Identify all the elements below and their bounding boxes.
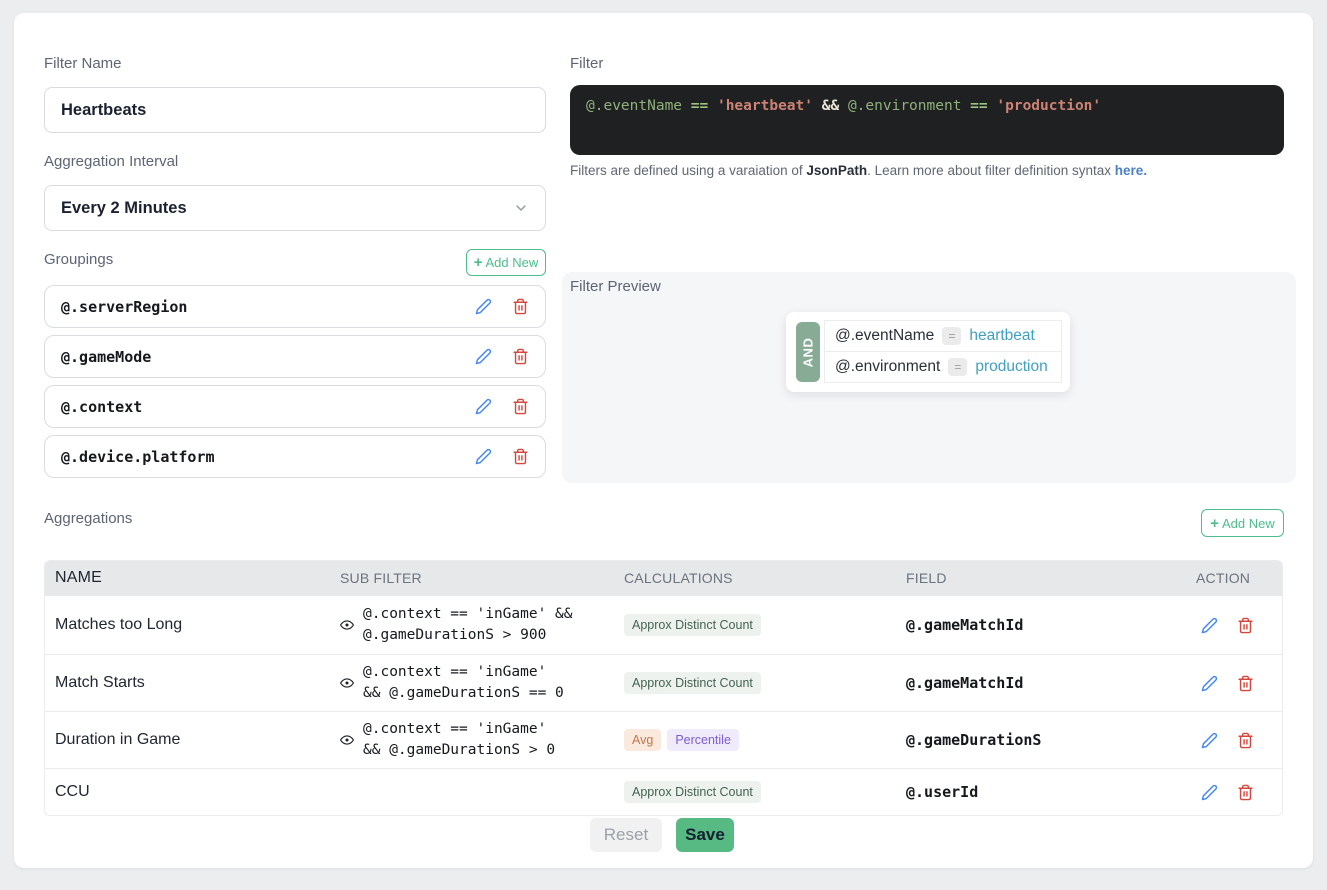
table-row: CCU Approx Distinct Count @.userId bbox=[45, 768, 1282, 815]
edit-pencil-icon[interactable] bbox=[1200, 783, 1218, 801]
edit-pencil-icon[interactable] bbox=[474, 298, 492, 316]
filter-code-editor[interactable]: @.eventName == 'heartbeat' && @.environm… bbox=[570, 85, 1284, 155]
save-button[interactable]: Save bbox=[676, 818, 734, 852]
table-row: Matches too Long @.context == 'inGame' &… bbox=[45, 595, 1282, 654]
aggregation-name: Match Starts bbox=[45, 674, 340, 692]
aggregation-name: CCU bbox=[45, 783, 340, 801]
groupings-add-new-label: Add New bbox=[486, 255, 539, 270]
groupings-add-new-button[interactable]: + Add New bbox=[466, 249, 546, 276]
grouping-value: @.context bbox=[61, 398, 142, 416]
aggregation-field: @.gameMatchId bbox=[906, 674, 1196, 692]
column-header-action: ACTION bbox=[1196, 570, 1282, 586]
eye-icon[interactable] bbox=[340, 733, 354, 747]
eye-icon[interactable] bbox=[340, 618, 354, 632]
table-row: Duration in Game @.context == 'inGame'&&… bbox=[45, 711, 1282, 768]
condition-operator-chip: = bbox=[948, 358, 967, 377]
help-prefix: Filters are defined using a varaiation o… bbox=[570, 163, 806, 178]
aggregation-name: Duration in Game bbox=[45, 731, 340, 749]
delete-trash-icon[interactable] bbox=[1236, 731, 1254, 749]
eye-icon[interactable] bbox=[340, 676, 354, 690]
aggregation-interval-select[interactable]: Every 2 Minutes bbox=[44, 185, 546, 231]
calculation-badge: Approx Distinct Count bbox=[624, 672, 761, 695]
reset-button[interactable]: Reset bbox=[590, 818, 662, 852]
edit-pencil-icon[interactable] bbox=[1200, 616, 1218, 634]
aggregations-add-new-button[interactable]: + Add New bbox=[1201, 509, 1284, 537]
help-here-link[interactable]: here. bbox=[1115, 163, 1147, 178]
help-middle: . Learn more about filter definition syn… bbox=[867, 163, 1115, 178]
aggregation-interval-value: Every 2 Minutes bbox=[61, 199, 187, 218]
aggregation-name: Matches too Long bbox=[45, 616, 340, 634]
delete-trash-icon[interactable] bbox=[511, 298, 529, 316]
aggregation-interval-label: Aggregation Interval bbox=[44, 153, 178, 170]
aggregation-field: @.gameMatchId bbox=[906, 616, 1196, 634]
filter-preview-panel: Filter Preview AND @.eventName = heartbe… bbox=[562, 272, 1296, 483]
code-operator: == bbox=[691, 98, 708, 114]
calculation-badge: Approx Distinct Count bbox=[624, 614, 761, 637]
table-header-row: NAME SUB FILTER CALCULATIONS FIELD ACTIO… bbox=[45, 561, 1282, 595]
delete-trash-icon[interactable] bbox=[1236, 674, 1254, 692]
grouping-item: @.gameMode bbox=[44, 335, 546, 378]
and-operator-pill: AND bbox=[796, 322, 820, 382]
edit-pencil-icon[interactable] bbox=[1200, 731, 1218, 749]
condition-operator-chip: = bbox=[942, 327, 961, 346]
delete-trash-icon[interactable] bbox=[511, 448, 529, 466]
sub-filter-code: @.context == 'inGame'&& @.gameDurationS … bbox=[363, 719, 555, 761]
filter-preview-label: Filter Preview bbox=[570, 278, 661, 295]
aggregations-add-new-label: Add New bbox=[1222, 516, 1275, 531]
filter-editor-card: Filter Name Heartbeats Aggregation Inter… bbox=[14, 13, 1313, 868]
condition-path: @.eventName bbox=[835, 327, 934, 345]
filter-preview-card: AND @.eventName = heartbeat @.environmen… bbox=[786, 312, 1070, 392]
column-header-subfilter: SUB FILTER bbox=[340, 570, 624, 586]
filter-name-label: Filter Name bbox=[44, 55, 122, 72]
help-jsonpath: JsonPath bbox=[806, 163, 867, 178]
grouping-value: @.device.platform bbox=[61, 448, 215, 466]
calculation-badge: Percentile bbox=[667, 729, 739, 752]
condition-value: heartbeat bbox=[969, 327, 1035, 345]
code-string: 'heartbeat' bbox=[717, 98, 813, 114]
table-row: Match Starts @.context == 'inGame'&& @.g… bbox=[45, 654, 1282, 711]
grouping-item: @.serverRegion bbox=[44, 285, 546, 328]
calculation-badge: Avg bbox=[624, 729, 661, 752]
delete-trash-icon[interactable] bbox=[1236, 616, 1254, 634]
and-operator-label: AND bbox=[801, 337, 816, 367]
condition-path: @.environment bbox=[835, 358, 940, 376]
preview-condition: @.environment = production bbox=[824, 351, 1062, 383]
edit-pencil-icon[interactable] bbox=[474, 398, 492, 416]
code-string: 'production' bbox=[996, 98, 1101, 114]
grouping-value: @.serverRegion bbox=[61, 298, 187, 316]
condition-value: production bbox=[975, 358, 1047, 376]
column-header-name: NAME bbox=[45, 569, 340, 587]
filter-help-text: Filters are defined using a varaiation o… bbox=[570, 163, 1147, 178]
code-path: @.environment bbox=[848, 98, 962, 114]
chevron-down-icon bbox=[513, 200, 529, 216]
grouping-item: @.device.platform bbox=[44, 435, 546, 478]
grouping-item: @.context bbox=[44, 385, 546, 428]
sub-filter-code: @.context == 'inGame'&& @.gameDurationS … bbox=[363, 662, 564, 704]
calculation-badge: Approx Distinct Count bbox=[624, 781, 761, 804]
plus-icon: + bbox=[1210, 516, 1219, 531]
column-header-field: FIELD bbox=[906, 570, 1196, 586]
edit-pencil-icon[interactable] bbox=[474, 348, 492, 366]
preview-condition: @.eventName = heartbeat bbox=[824, 320, 1062, 352]
aggregations-table: NAME SUB FILTER CALCULATIONS FIELD ACTIO… bbox=[44, 560, 1283, 816]
code-path: @.eventName bbox=[586, 98, 682, 114]
code-operator: == bbox=[970, 98, 987, 114]
code-and-operator: && bbox=[822, 98, 839, 114]
aggregations-label: Aggregations bbox=[44, 510, 132, 527]
filter-name-value: Heartbeats bbox=[61, 101, 146, 120]
groupings-label: Groupings bbox=[44, 251, 113, 268]
filter-label: Filter bbox=[570, 55, 603, 72]
filter-name-input[interactable]: Heartbeats bbox=[44, 87, 546, 133]
delete-trash-icon[interactable] bbox=[1236, 783, 1254, 801]
sub-filter-code: @.context == 'inGame' &&@.gameDurationS … bbox=[363, 604, 573, 646]
plus-icon: + bbox=[474, 255, 483, 270]
aggregation-field: @.gameDurationS bbox=[906, 731, 1196, 749]
aggregation-field: @.userId bbox=[906, 783, 1196, 801]
grouping-value: @.gameMode bbox=[61, 348, 151, 366]
edit-pencil-icon[interactable] bbox=[1200, 674, 1218, 692]
edit-pencil-icon[interactable] bbox=[474, 448, 492, 466]
column-header-calculations: CALCULATIONS bbox=[624, 570, 906, 586]
delete-trash-icon[interactable] bbox=[511, 398, 529, 416]
delete-trash-icon[interactable] bbox=[511, 348, 529, 366]
